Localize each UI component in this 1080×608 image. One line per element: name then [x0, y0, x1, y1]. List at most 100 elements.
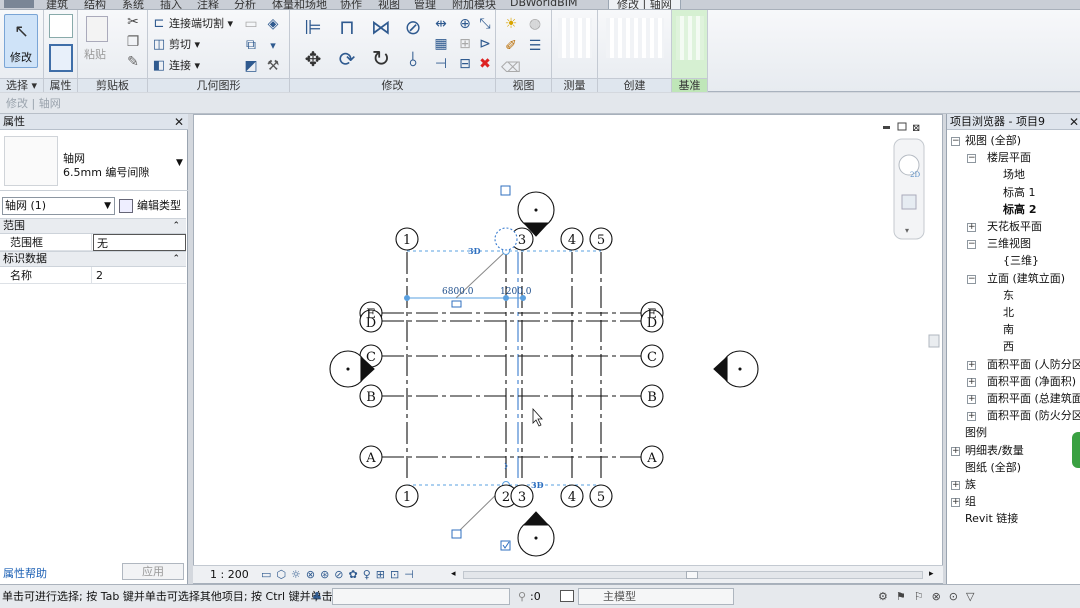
close-view-icon[interactable]: ⊠: [912, 123, 920, 134]
split-icon[interactable]: ⇹: [430, 14, 452, 34]
panel-select-label[interactable]: 选择 ▾: [0, 78, 43, 92]
grid-bubble-2-top-hidden[interactable]: [494, 227, 518, 251]
mirror-draw-icon[interactable]: ⊘: [398, 14, 428, 40]
browser-node[interactable]: 面积平面 (净面积): [987, 374, 1076, 390]
delete-icon[interactable]: ✖: [474, 54, 496, 74]
nav-menu-icon[interactable]: ▾: [905, 226, 909, 235]
tab-view[interactable]: 视图: [378, 0, 400, 9]
3d-extent-tag[interactable]: 3D: [531, 480, 544, 490]
tree-toggle-icon[interactable]: +: [967, 360, 976, 370]
workset-dropdown[interactable]: [332, 588, 510, 605]
cut-geometry-button[interactable]: ◫ 剪切 ▾: [152, 35, 200, 53]
view-control-icons[interactable]: ▭⬡☼⊗⊛⊘✿♀⊞⊡⊣: [261, 566, 419, 583]
lock-icon[interactable]: [451, 529, 462, 539]
browser-node[interactable]: 图例: [965, 425, 987, 441]
hide-bubble-checkbox[interactable]: [500, 185, 511, 196]
properties-help-link[interactable]: 属性帮助: [3, 565, 47, 581]
browser-node[interactable]: 东: [1003, 288, 1014, 304]
browser-node[interactable]: 图纸 (全部): [965, 460, 1021, 476]
solid-icon[interactable]: ◈: [262, 14, 284, 34]
scope-box-field[interactable]: 无: [93, 234, 186, 251]
tree-toggle-icon[interactable]: −: [967, 240, 976, 250]
tab-addins[interactable]: 附加模块: [452, 0, 496, 9]
horizontal-scrollbar[interactable]: [463, 571, 923, 579]
name-field[interactable]: 2: [93, 267, 186, 284]
browser-node[interactable]: Revit 链接: [965, 511, 1018, 527]
rotate-icon[interactable]: ↻: [366, 46, 396, 72]
split-face-icon[interactable]: ⧉: [240, 35, 262, 55]
tab-annotate[interactable]: 注释: [197, 0, 219, 9]
minimize-icon[interactable]: [883, 126, 890, 129]
scroll-right-icon[interactable]: ▸: [929, 566, 934, 583]
brush-icon[interactable]: ✐: [500, 36, 522, 56]
move-icon[interactable]: ✥: [298, 46, 328, 72]
trim-icon[interactable]: ⫰: [398, 46, 428, 72]
modify-button[interactable]: ↖ 修改: [4, 14, 38, 68]
dimension-1200[interactable]: 1200.0: [500, 287, 532, 297]
browser-node[interactable]: 场地: [1003, 167, 1025, 183]
tab-insert[interactable]: 插入: [160, 0, 182, 9]
tab-manage[interactable]: 管理: [414, 0, 436, 9]
tab-modify-grid[interactable]: 修改 | 轴网: [608, 0, 681, 9]
pin-icon[interactable]: ⊕: [454, 14, 476, 34]
browser-node[interactable]: 族: [965, 477, 976, 493]
linework-icon[interactable]: ☰: [524, 36, 546, 56]
wall-joins-icon[interactable]: ▭: [240, 14, 262, 34]
tree-toggle-icon[interactable]: −: [967, 154, 976, 164]
tab-massing-site[interactable]: 体量和场地: [272, 0, 327, 9]
array-icon[interactable]: ▦: [430, 34, 452, 54]
browser-node[interactable]: 标高 1: [1003, 185, 1036, 201]
browser-node[interactable]: 天花板平面: [987, 219, 1042, 235]
type-selector[interactable]: 轴网 6.5mm 编号间隙 ▼: [0, 131, 188, 191]
align-icon[interactable]: ⊫: [298, 14, 328, 40]
section-extents[interactable]: 范围 ⌃: [0, 218, 186, 234]
tree-toggle-icon[interactable]: −: [967, 274, 976, 284]
tab-systems[interactable]: 系统: [122, 0, 144, 9]
scale-icon[interactable]: ⤡: [474, 14, 496, 34]
tree-toggle-icon[interactable]: +: [951, 498, 960, 508]
browser-node[interactable]: {三维}: [1003, 253, 1039, 269]
match-properties-icon[interactable]: ✎: [122, 52, 144, 72]
join-button[interactable]: ◧ 连接 ▾: [152, 56, 200, 74]
tab-collaborate[interactable]: 协作: [340, 0, 362, 9]
worksharing-icon[interactable]: ♣: [312, 587, 322, 607]
zoom-icon[interactable]: [901, 194, 917, 210]
cut-icon[interactable]: ✂: [122, 12, 144, 32]
grid-drawing[interactable]: ⊠ 2D ▾ 3D 3D 6800.0 1200.0 1 3 4 5 1 2 3…: [194, 115, 944, 567]
app-menu-button[interactable]: [4, 0, 34, 8]
browser-node[interactable]: 明细表/数量: [965, 443, 1024, 459]
tree-toggle-icon[interactable]: +: [967, 395, 976, 404]
view-window-controls[interactable]: ⊠: [883, 122, 920, 134]
create-group-icon[interactable]: [606, 18, 664, 58]
vertical-scrollbar-thumb[interactable]: [928, 334, 940, 348]
tab-structure[interactable]: 结构: [84, 0, 106, 9]
elevation-marker-south[interactable]: [517, 511, 555, 557]
copy-element-icon[interactable]: ⟳: [332, 46, 362, 72]
apply-button[interactable]: 应用: [122, 563, 184, 580]
properties-toggle-icon[interactable]: [49, 44, 73, 72]
tree-toggle-icon[interactable]: +: [967, 377, 976, 387]
paste-icon[interactable]: [86, 16, 108, 42]
edit-type-button[interactable]: 编辑类型: [119, 196, 181, 216]
tree-toggle-icon[interactable]: +: [967, 412, 976, 422]
scroll-left-icon[interactable]: ◂: [451, 566, 456, 583]
browser-node[interactable]: 视图 (全部): [965, 133, 1021, 149]
datum-icon[interactable]: [676, 16, 704, 60]
horizontal-scrollbar-thumb[interactable]: [686, 571, 698, 579]
trim-extend-icon[interactable]: ⊣: [430, 54, 452, 74]
instance-filter-dropdown[interactable]: 轴网 (1) ▼: [2, 197, 115, 215]
lightbulb-icon[interactable]: ☀: [500, 14, 522, 34]
browser-node[interactable]: 南: [1003, 322, 1014, 338]
paint-icon[interactable]: ◩: [240, 56, 262, 76]
section-identity-data[interactable]: 标识数据 ⌃: [0, 251, 186, 267]
tree-toggle-icon[interactable]: +: [967, 223, 976, 232]
tree-toggle-icon[interactable]: −: [951, 137, 960, 146]
offset-icon[interactable]: ⊓: [332, 14, 362, 40]
browser-node[interactable]: 面积平面 (总建筑面积: [987, 391, 1080, 407]
close-icon[interactable]: ✕: [1069, 114, 1079, 130]
measure-icon[interactable]: [558, 18, 592, 58]
type-properties-icon[interactable]: [49, 14, 73, 38]
navigation-bar[interactable]: 2D ▾: [893, 138, 925, 240]
dimension-6800[interactable]: 6800.0: [442, 287, 474, 297]
tree-toggle-icon[interactable]: +: [951, 446, 960, 456]
